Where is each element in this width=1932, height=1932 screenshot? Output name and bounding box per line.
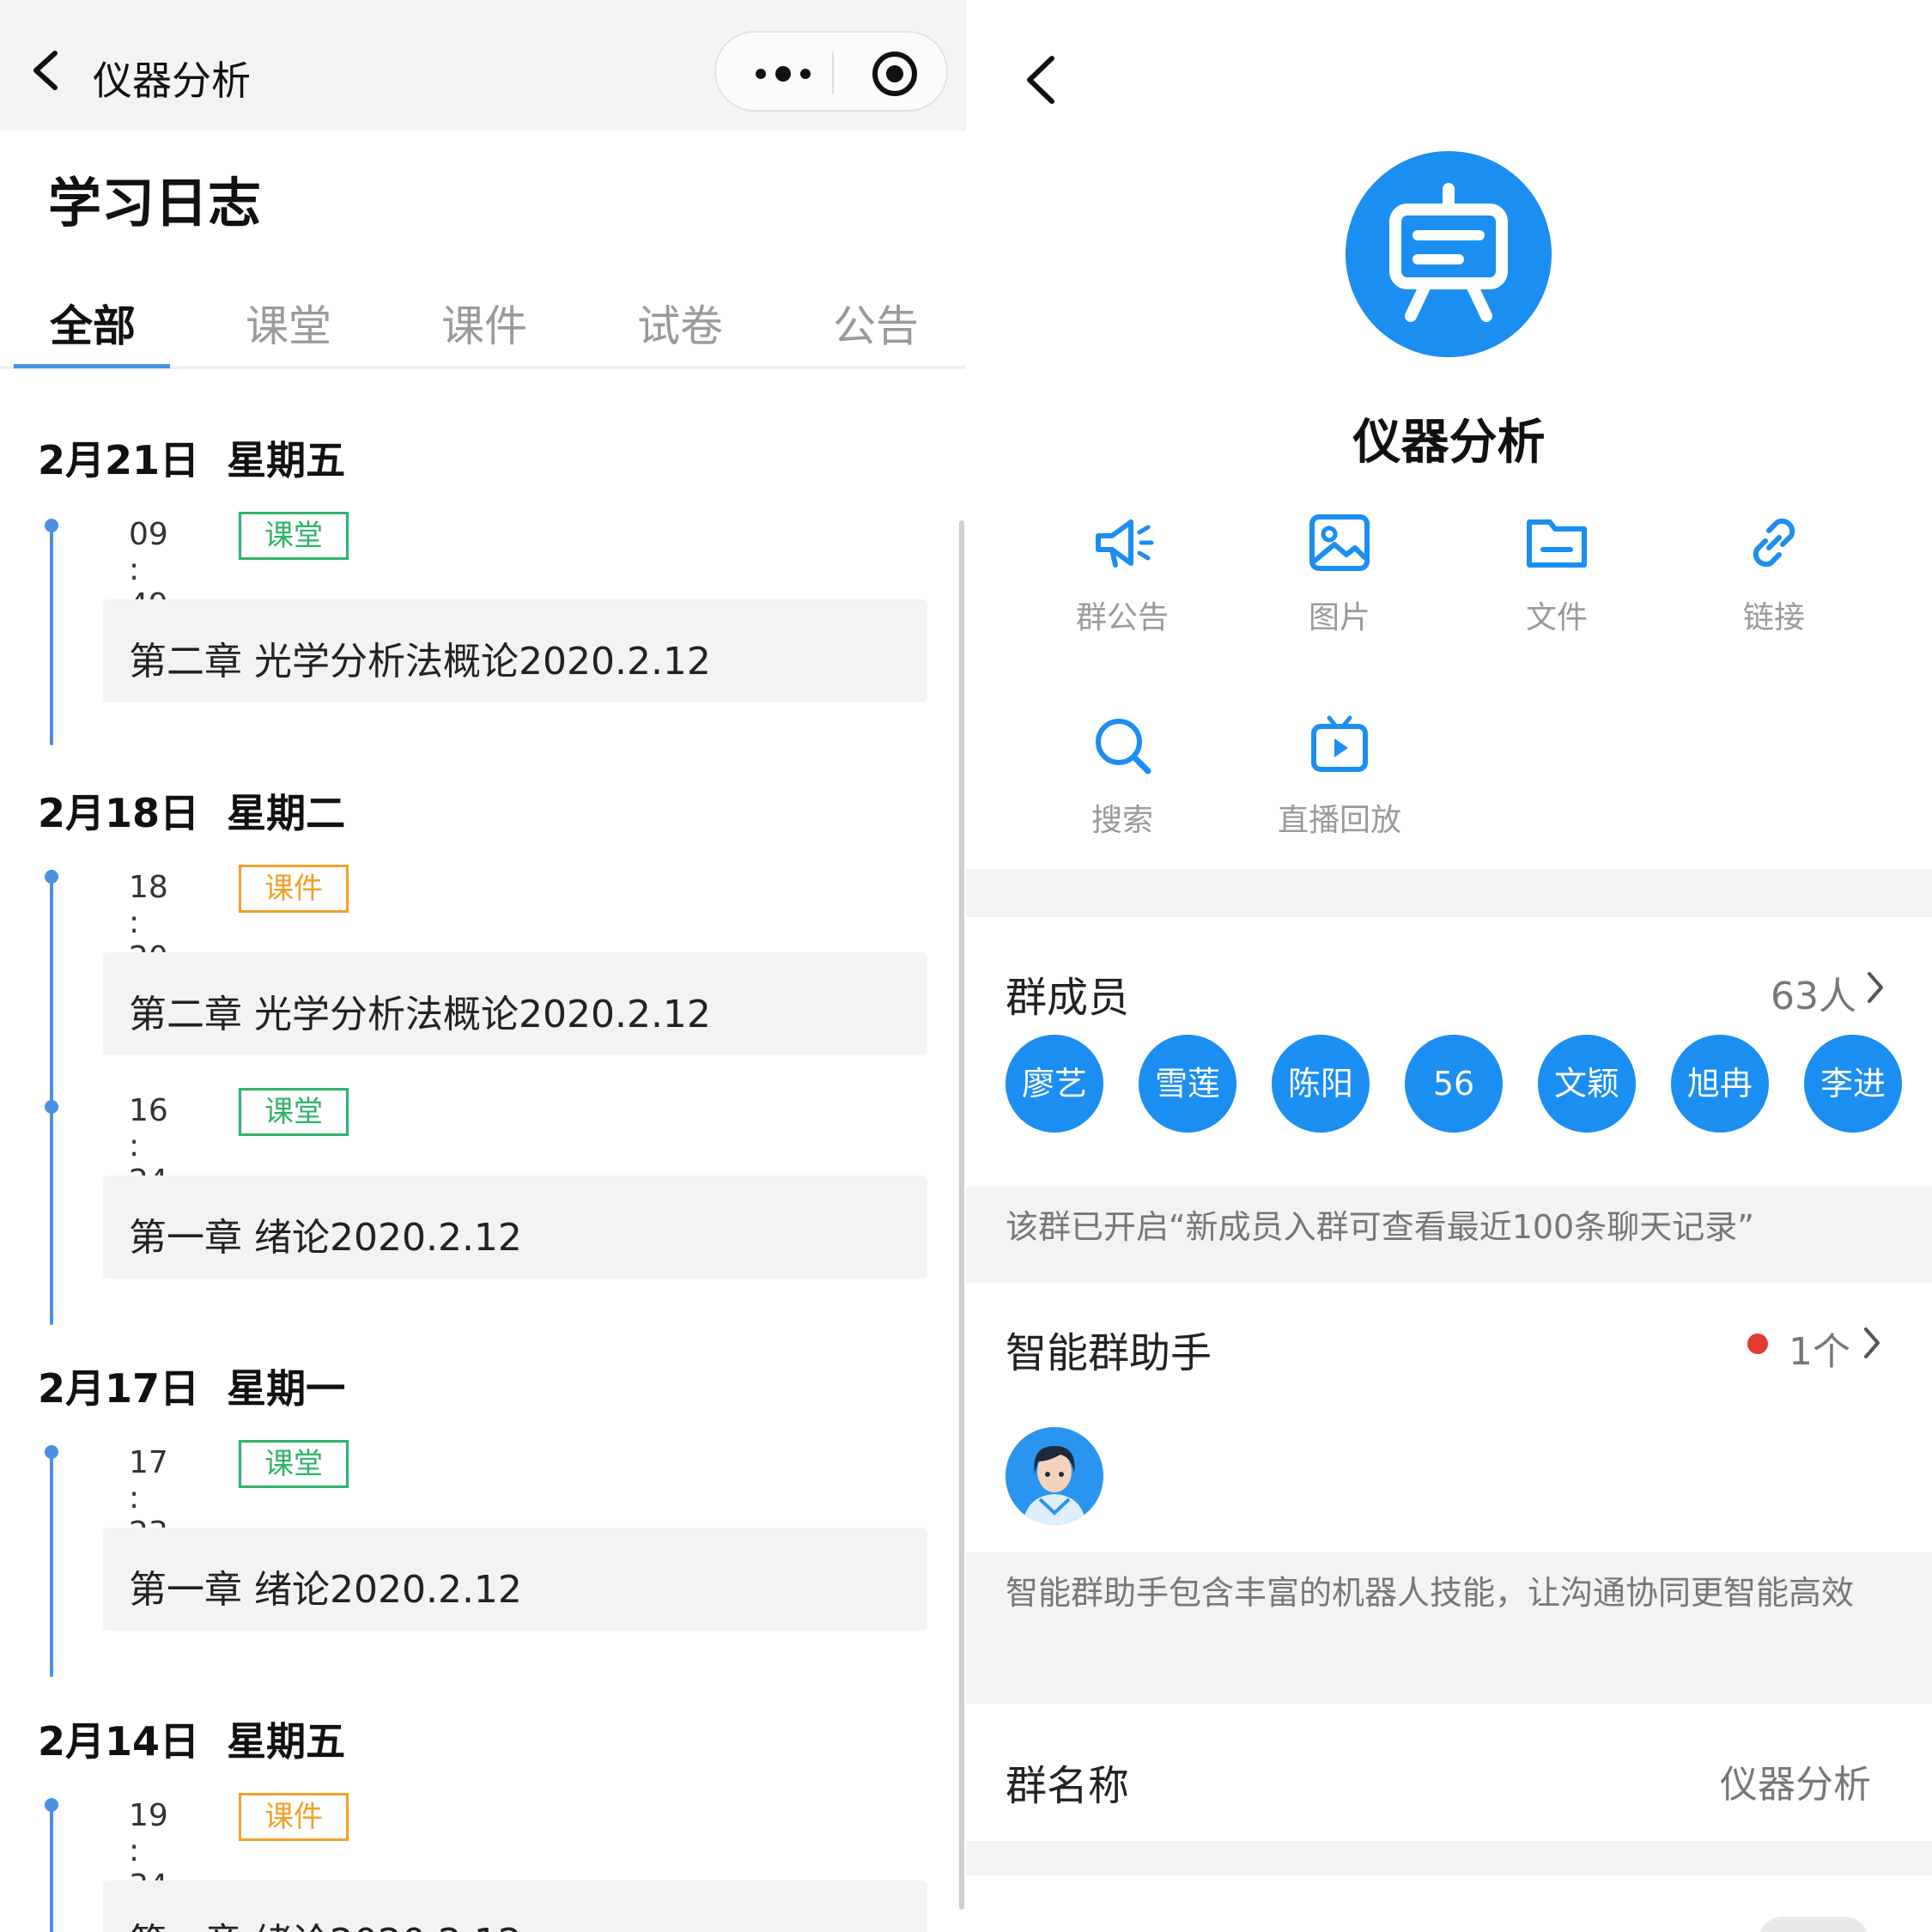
day-header: 2月14日 星期五 — [38, 1718, 346, 1765]
entry-card[interactable]: 第一章 绪论2020.2.12 — [103, 1880, 927, 1932]
timeline-dot — [45, 1445, 58, 1459]
type-badge: 课堂 — [239, 512, 349, 560]
history-note-band: 该群已开启“新成员入群可查看最近100条聊天记录” — [966, 1187, 1932, 1283]
member-avatar[interactable]: 李进 — [1804, 1035, 1902, 1133]
capsule-divider — [832, 52, 834, 94]
scrollbar[interactable] — [959, 520, 964, 1910]
quick-action-label: 群公告 — [1075, 600, 1169, 635]
mini-program-nav-bar: 仪器分析 — [0, 0, 966, 131]
quick-action-files[interactable]: 文件 — [1471, 508, 1643, 637]
tab-exam[interactable]: 试卷 — [637, 292, 723, 354]
member-avatar[interactable]: 文颖 — [1538, 1035, 1636, 1133]
quick-action-links[interactable]: 链接 — [1688, 508, 1860, 637]
tab-announcement[interactable]: 公告 — [833, 292, 919, 354]
chevron-right-icon[interactable] — [1866, 970, 1885, 1005]
entry-title: 第一章 绪论2020.2.12 — [129, 1216, 522, 1260]
timeline-dot — [45, 519, 58, 532]
quick-action-label: 搜索 — [1091, 803, 1153, 838]
day-header: 2月21日 星期五 — [38, 437, 346, 483]
members-label: 群成员 — [1005, 974, 1130, 1022]
group-name-label: 群名称 — [1005, 1762, 1130, 1810]
history-note: 该群已开启“新成员入群可查看最近100条聊天记录” — [1005, 1208, 1754, 1246]
quick-action-search[interactable]: 搜索 — [1036, 711, 1208, 840]
close-target-icon[interactable] — [871, 50, 919, 98]
type-badge: 课件 — [239, 865, 349, 913]
timeline-line — [50, 526, 53, 745]
learning-log-panel: 仪器分析 学习日志 全部 课堂 课件 试卷 公告 2月21日 星期五 09 : … — [0, 0, 966, 1932]
quick-action-label: 文件 — [1525, 600, 1588, 635]
day-header: 2月17日 星期一 — [38, 1365, 346, 1412]
tab-courseware[interactable]: 课件 — [441, 292, 527, 354]
folder-icon — [1527, 519, 1587, 568]
member-avatar[interactable]: 陈阳 — [1272, 1035, 1370, 1133]
quick-action-label: 直播回放 — [1277, 803, 1401, 838]
timeline-dot — [45, 1100, 58, 1114]
assistant-robot-icon — [1005, 1427, 1103, 1525]
assistant-count[interactable]: 1个 — [1789, 1321, 1850, 1376]
tv-play-icon — [1311, 715, 1368, 772]
assistant-note-band: 智能群助手包含丰富的机器人技能，让沟通协同更智能高效 — [966, 1552, 1932, 1704]
page-title: 学习日志 — [48, 172, 262, 234]
member-avatar[interactable]: 雪莲 — [1139, 1035, 1236, 1133]
tab-all[interactable]: 全部 — [50, 292, 136, 354]
back-arrow-icon[interactable] — [24, 45, 67, 96]
tab-classroom[interactable]: 课堂 — [246, 292, 331, 354]
member-avatar[interactable]: 旭冉 — [1671, 1035, 1769, 1133]
group-avatar — [1346, 151, 1552, 357]
entry-card[interactable]: 第二章 光学分析法概论2020.2.12 — [103, 952, 927, 1055]
timeline-line — [50, 1454, 53, 1677]
day-header: 2月18日 星期二 — [38, 790, 346, 836]
assistant-label: 智能群助手 — [1005, 1329, 1212, 1377]
group-info-panel: 仪器分析 群公告 图片 文件 链接 搜索 直播回放 群成员 63人 廖艺 雪莲 … — [966, 0, 1932, 1932]
quick-action-announcement[interactable]: 群公告 — [1036, 508, 1208, 637]
entry-card[interactable]: 第二章 光学分析法概论2020.2.12 — [103, 599, 927, 702]
quick-action-live-replay[interactable]: 直播回放 — [1254, 711, 1425, 840]
section-separator — [966, 869, 1932, 917]
entry-title: 第一章 绪论2020.2.12 — [129, 1568, 522, 1612]
member-count[interactable]: 63人 — [1771, 965, 1856, 1020]
member-avatar[interactable]: 廖艺 — [1005, 1035, 1103, 1133]
entry-title: 第二章 光学分析法概论2020.2.12 — [129, 993, 711, 1036]
megaphone-icon — [1096, 519, 1154, 568]
back-arrow-icon[interactable] — [1019, 50, 1062, 110]
quick-action-label: 图片 — [1308, 600, 1370, 635]
quick-action-images[interactable]: 图片 — [1254, 508, 1425, 637]
capsule-menu — [714, 31, 948, 112]
image-icon — [1309, 514, 1370, 571]
nav-title: 仪器分析 — [93, 58, 251, 104]
type-badge: 课堂 — [239, 1440, 349, 1488]
entry-title: 第一章 绪论2020.2.12 — [129, 1911, 522, 1932]
timeline-dot — [45, 1798, 58, 1812]
timeline-line — [50, 1807, 53, 1932]
group-name-value[interactable]: 仪器分析 — [1720, 1753, 1871, 1808]
chevron-right-icon[interactable] — [1862, 1326, 1881, 1360]
link-icon — [1753, 518, 1795, 568]
timeline-dot — [45, 870, 58, 884]
quick-action-label: 链接 — [1742, 600, 1805, 635]
toggle-switch[interactable] — [1758, 1917, 1869, 1932]
notification-dot — [1747, 1334, 1768, 1354]
type-badge: 课件 — [239, 1793, 349, 1841]
assistant-note: 智能群助手包含丰富的机器人技能，让沟通协同更智能高效 — [1005, 1574, 1855, 1612]
entry-title: 第二章 光学分析法概论2020.2.12 — [129, 640, 711, 683]
member-avatar[interactable]: 56 — [1405, 1035, 1503, 1133]
search-icon — [1096, 719, 1151, 775]
assistant-avatar[interactable] — [1005, 1427, 1103, 1525]
easel-board-icon — [1389, 183, 1508, 322]
filter-tabs: 全部 课堂 课件 试卷 公告 — [0, 283, 966, 369]
type-badge: 课堂 — [239, 1088, 349, 1136]
entry-card[interactable]: 第一章 绪论2020.2.12 — [103, 1176, 927, 1279]
group-name-heading: 仪器分析 — [1352, 415, 1546, 471]
section-separator — [966, 1841, 1932, 1875]
entry-card[interactable]: 第一章 绪论2020.2.12 — [103, 1528, 927, 1631]
more-dots-icon[interactable] — [749, 57, 817, 91]
active-tab-indicator — [14, 364, 170, 368]
